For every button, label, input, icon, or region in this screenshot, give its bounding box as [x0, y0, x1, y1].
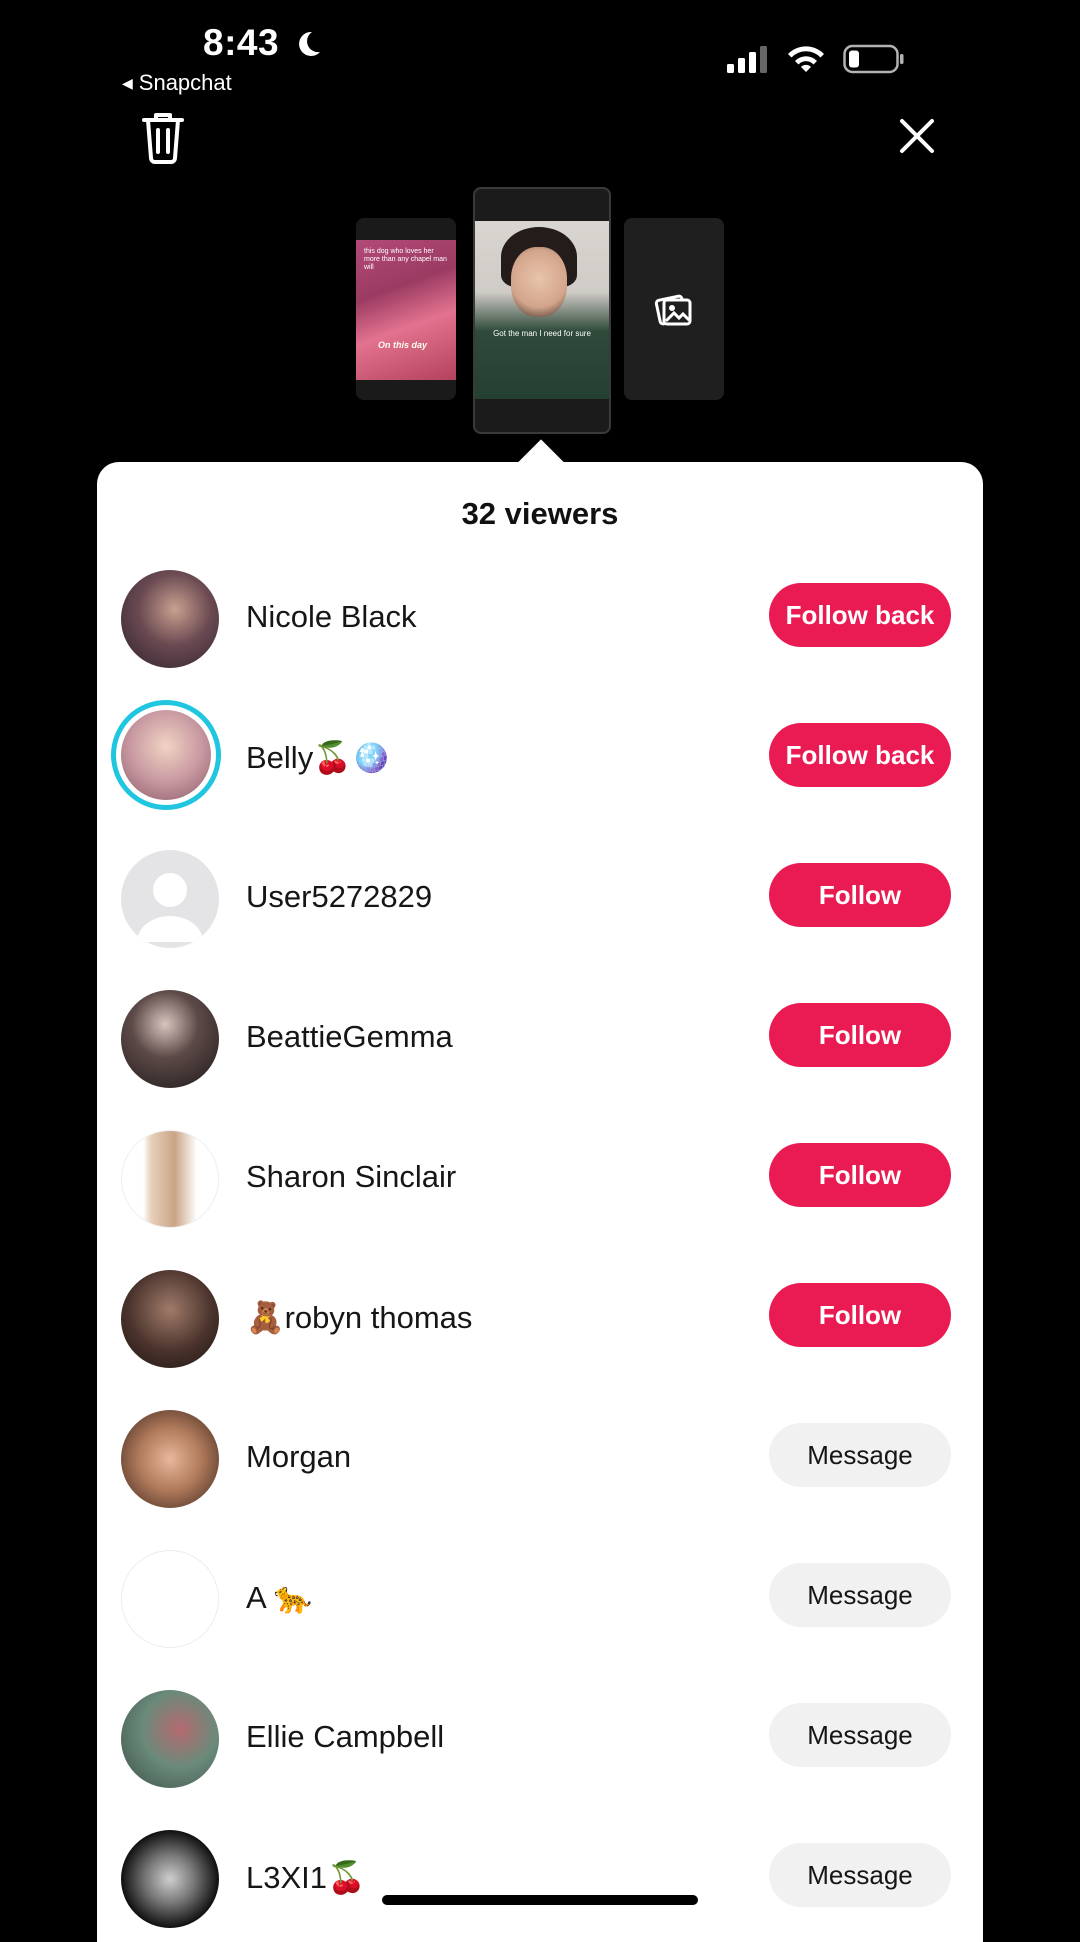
viewers-sheet: 32 viewers Nicole Black Follow back Bell…: [97, 462, 983, 1942]
viewer-row[interactable]: Ellie Campbell Message: [97, 1690, 983, 1810]
add-story-thumbnail[interactable]: [624, 218, 724, 400]
viewers-title: 32 viewers: [461, 496, 619, 531]
viewer-name[interactable]: Belly🍒🪩: [246, 739, 390, 776]
avatar[interactable]: [121, 570, 219, 668]
viewer-row[interactable]: Nicole Black Follow back: [97, 570, 983, 690]
clock: 8:43: [203, 22, 280, 63]
wifi-icon: [788, 46, 824, 72]
viewer-row[interactable]: 🧸robyn thomas Follow: [97, 1270, 983, 1390]
avatar: [121, 710, 211, 800]
story-thumbnail-caption: Got the man I need for sure: [493, 329, 591, 338]
avatar[interactable]: [121, 1130, 219, 1228]
message-button[interactable]: Message: [769, 1703, 951, 1767]
avatar[interactable]: [121, 1550, 219, 1648]
viewer-name[interactable]: L3XI1🍒: [246, 1859, 366, 1896]
avatar-story-ring[interactable]: [111, 700, 221, 810]
viewer-name[interactable]: 🧸robyn thomas: [246, 1299, 472, 1336]
avatar[interactable]: [121, 1830, 219, 1928]
story-thumbnail-caption: this dog who loves her more than any cha…: [364, 248, 447, 271]
story-thumbnail-1[interactable]: this dog who loves her more than any cha…: [356, 218, 456, 400]
follow-button[interactable]: Follow: [769, 863, 951, 927]
avatar[interactable]: [121, 1690, 219, 1788]
viewer-row[interactable]: L3XI1🍒 Message: [97, 1830, 983, 1942]
moon-icon: [299, 31, 320, 56]
avatar[interactable]: [121, 1270, 219, 1368]
viewer-name[interactable]: A 🐆: [246, 1579, 312, 1616]
battery-icon: [843, 44, 904, 74]
viewer-name[interactable]: Nicole Black: [246, 599, 417, 635]
trash-icon[interactable]: [140, 110, 186, 164]
avatar[interactable]: [121, 1410, 219, 1508]
signal-icon: [727, 46, 767, 73]
viewer-row[interactable]: BeattieGemma Follow: [97, 990, 983, 1110]
status-bar: 8:43 ◀ Snapchat: [0, 0, 1080, 110]
viewer-row[interactable]: User5272829 Follow: [97, 850, 983, 970]
close-icon[interactable]: [898, 117, 936, 155]
back-app-label: Snapchat: [138, 70, 232, 95]
viewer-row[interactable]: A 🐆 Message: [97, 1550, 983, 1670]
follow-button[interactable]: Follow: [769, 1143, 951, 1207]
message-button[interactable]: Message: [769, 1843, 951, 1907]
viewer-row[interactable]: Morgan Message: [97, 1410, 983, 1530]
viewer-name[interactable]: BeattieGemma: [246, 1019, 453, 1055]
message-button[interactable]: Message: [769, 1423, 951, 1487]
back-triangle-icon: ◀: [122, 74, 133, 91]
back-to-app-link[interactable]: ◀ Snapchat: [122, 70, 232, 96]
follow-button[interactable]: Follow: [769, 1003, 951, 1067]
viewer-row[interactable]: Belly🍒🪩 Follow back: [97, 700, 983, 830]
viewer-name[interactable]: Ellie Campbell: [246, 1719, 444, 1755]
home-indicator[interactable]: [382, 1895, 698, 1905]
avatar[interactable]: [121, 990, 219, 1088]
add-photo-icon: [654, 294, 692, 326]
story-thumbnail-label: On this day: [378, 340, 428, 350]
viewer-name[interactable]: User5272829: [246, 879, 432, 915]
follow-back-button[interactable]: Follow back: [769, 723, 951, 787]
avatar-default[interactable]: [121, 850, 219, 948]
follow-button[interactable]: Follow: [769, 1283, 951, 1347]
viewer-name[interactable]: Sharon Sinclair: [246, 1159, 456, 1195]
viewer-row[interactable]: Sharon Sinclair Follow: [97, 1130, 983, 1250]
viewer-name[interactable]: Morgan: [246, 1439, 351, 1475]
message-button[interactable]: Message: [769, 1563, 951, 1627]
story-thumbnail-selected[interactable]: Got the man I need for sure: [473, 187, 611, 434]
follow-back-button[interactable]: Follow back: [769, 583, 951, 647]
story-photo-face: [511, 247, 567, 317]
default-user-icon: [137, 873, 203, 942]
